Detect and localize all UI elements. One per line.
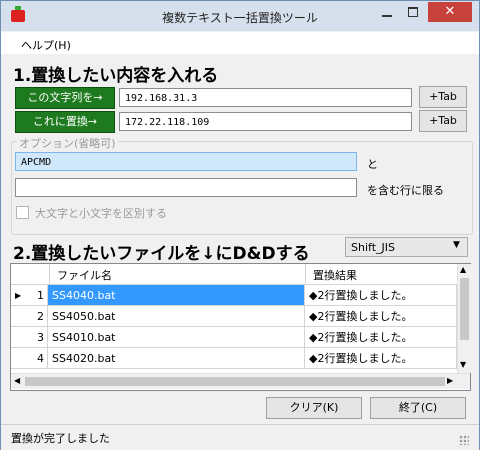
grid-header: ファイル名 置換結果 bbox=[11, 264, 457, 285]
replace-string-button[interactable]: これに置換→ bbox=[15, 111, 115, 133]
section2-title: 2.置換したいファイルを↓にD&Dする bbox=[13, 244, 310, 264]
result-cell[interactable]: ◆2行置換しました。 bbox=[305, 285, 457, 306]
vertical-scroll-thumb[interactable] bbox=[460, 278, 469, 340]
scroll-up-icon[interactable]: ▲ bbox=[460, 265, 466, 274]
chevron-down-icon: ▼ bbox=[453, 240, 460, 250]
find-string-button[interactable]: この文字列を→ bbox=[15, 87, 115, 109]
replace-add-tab-button[interactable]: +Tab bbox=[419, 110, 467, 132]
resize-grip-icon[interactable] bbox=[459, 435, 469, 445]
column-header-filename[interactable]: ファイル名 bbox=[57, 267, 112, 283]
menu-bar: ヘルプ(H) bbox=[1, 32, 479, 54]
maximize-button[interactable] bbox=[401, 2, 427, 22]
row-header[interactable]: 3 bbox=[11, 327, 48, 348]
vertical-scrollbar[interactable]: ▲ ▼ bbox=[457, 264, 471, 373]
option-text2-input[interactable] bbox=[15, 178, 357, 197]
section1-title: 1.置換したい内容を入れる bbox=[13, 66, 219, 86]
table-row[interactable]: ▶ 1 SS4040.bat ◆2行置換しました。 bbox=[11, 285, 457, 306]
minimize-button[interactable] bbox=[374, 2, 400, 22]
result-cell[interactable]: ◆2行置換しました。 bbox=[305, 306, 457, 327]
encoding-select[interactable]: Shift_JIS ▼ bbox=[345, 237, 468, 257]
column-header-result[interactable]: 置換結果 bbox=[313, 267, 357, 283]
option-text2-suffix: を含む行に限る bbox=[367, 184, 444, 197]
row-header[interactable]: 4 bbox=[11, 348, 48, 369]
clear-button[interactable]: クリア(K) bbox=[266, 397, 362, 419]
result-cell[interactable]: ◆2行置換しました。 bbox=[305, 348, 457, 369]
case-sensitive-checkbox[interactable] bbox=[16, 206, 29, 219]
app-window: 複数テキスト一括置換ツール ✕ ヘルプ(H) 1.置換したい内容を入れる この文… bbox=[0, 0, 480, 450]
options-group-label: オプション(省略可) bbox=[17, 135, 118, 151]
table-row[interactable]: 2 SS4050.bat ◆2行置換しました。 bbox=[11, 306, 457, 327]
exit-button[interactable]: 終了(C) bbox=[370, 397, 466, 419]
table-row[interactable]: 3 SS4010.bat ◆2行置換しました。 bbox=[11, 327, 457, 348]
scroll-down-icon[interactable]: ▼ bbox=[460, 360, 466, 369]
row-header[interactable]: 2 bbox=[11, 306, 48, 327]
file-grid[interactable]: ファイル名 置換結果 ▶ 1 SS4040.bat ◆2行置換しました。 2 S… bbox=[10, 263, 471, 391]
grid-corner-header bbox=[11, 264, 50, 284]
status-bar: 置換が完了しました bbox=[1, 424, 479, 450]
filename-cell[interactable]: SS4020.bat bbox=[48, 348, 305, 369]
replace-string-input[interactable]: 172.22.118.109 bbox=[119, 112, 412, 131]
case-sensitive-label: 大文字と小文字を区別する bbox=[35, 207, 167, 220]
filename-cell[interactable]: SS4010.bat bbox=[48, 327, 305, 348]
scroll-right-icon[interactable]: ▶ bbox=[447, 376, 453, 385]
scroll-left-icon[interactable]: ◀ bbox=[14, 376, 20, 385]
filename-cell[interactable]: SS4040.bat bbox=[48, 285, 305, 306]
option-text1-suffix: と bbox=[367, 158, 378, 171]
table-row[interactable]: 4 SS4020.bat ◆2行置換しました。 bbox=[11, 348, 457, 369]
find-add-tab-button[interactable]: +Tab bbox=[419, 86, 467, 108]
row-index: 1 bbox=[37, 289, 44, 302]
result-cell[interactable]: ◆2行置換しました。 bbox=[305, 327, 457, 348]
option-text1-input[interactable]: APCMD bbox=[15, 152, 357, 171]
close-button[interactable]: ✕ bbox=[428, 2, 472, 22]
status-text: 置換が完了しました bbox=[11, 432, 110, 445]
column-divider bbox=[305, 264, 306, 284]
filename-cell[interactable]: SS4050.bat bbox=[48, 306, 305, 327]
current-row-arrow-icon: ▶ bbox=[15, 291, 22, 300]
horizontal-scroll-thumb[interactable] bbox=[25, 377, 445, 386]
menu-help[interactable]: ヘルプ(H) bbox=[21, 37, 71, 53]
title-bar[interactable]: 複数テキスト一括置換ツール ✕ bbox=[1, 1, 479, 31]
horizontal-scrollbar[interactable]: ◀ ▶ bbox=[11, 373, 470, 389]
encoding-select-value: Shift_JIS bbox=[351, 241, 395, 254]
find-string-input[interactable]: 192.168.31.3 bbox=[119, 88, 412, 107]
row-header[interactable]: ▶ 1 bbox=[11, 285, 48, 306]
